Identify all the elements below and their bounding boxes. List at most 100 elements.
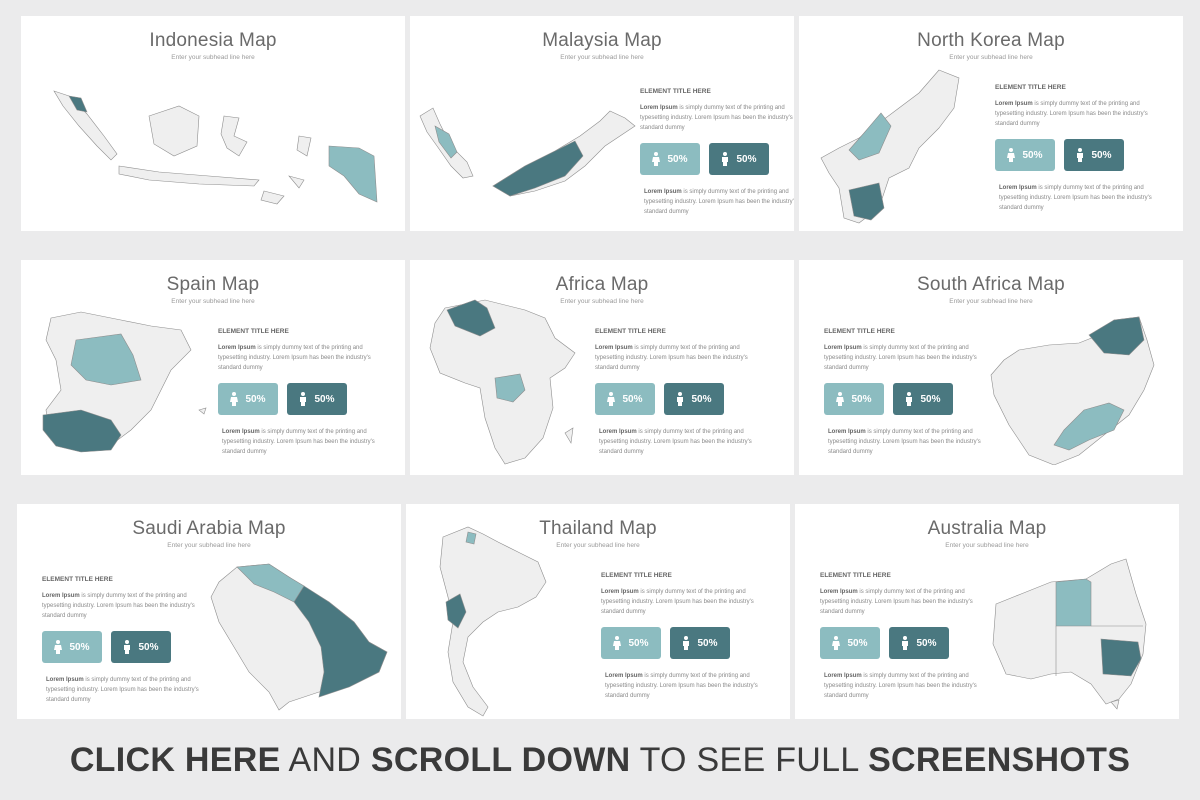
male-stat: 50% bbox=[670, 627, 730, 659]
female-stat: 50% bbox=[820, 627, 880, 659]
lorem-bold: Lorem Ipsum bbox=[601, 589, 639, 595]
male-icon bbox=[677, 392, 684, 406]
banner-screenshots: SCREENSHOTS bbox=[868, 741, 1131, 779]
female-icon bbox=[54, 640, 63, 654]
male-icon bbox=[300, 392, 307, 406]
slide-title: South Africa Map bbox=[917, 274, 1065, 295]
north-korea-map bbox=[820, 69, 960, 224]
lorem-bold: Lorem Ipsum bbox=[995, 101, 1033, 107]
male-stat-value: 50% bbox=[697, 637, 718, 649]
slide-south-africa: South Africa Map Enter your subhead line… bbox=[799, 260, 1183, 475]
paragraph: Lorem Ipsum is simply dummy text of the … bbox=[820, 587, 980, 617]
element-title: ELEMENT TITLE HERE bbox=[42, 576, 113, 583]
slide-subhead: Enter your subhead line here bbox=[560, 54, 644, 61]
lorem-bold: Lorem Ipsum bbox=[46, 677, 84, 683]
stats-row: 50% 50% bbox=[824, 383, 984, 415]
female-icon bbox=[652, 152, 661, 166]
male-icon bbox=[906, 392, 913, 406]
female-stat: 50% bbox=[824, 383, 884, 415]
male-stat-value: 50% bbox=[920, 393, 941, 405]
female-icon bbox=[613, 636, 622, 650]
slide-title: Australia Map bbox=[927, 518, 1047, 539]
south-africa-map bbox=[990, 316, 1155, 465]
male-icon bbox=[902, 636, 909, 650]
info-panel: ELEMENT TITLE HERE Lorem Ipsum is simply… bbox=[995, 84, 1155, 213]
info-panel: ELEMENT TITLE HERE Lorem Ipsum is simply… bbox=[42, 576, 202, 705]
slide-subhead: Enter your subhead line here bbox=[949, 298, 1033, 305]
paragraph-2: Lorem Ipsum is simply dummy text of the … bbox=[599, 427, 755, 457]
slide-title: North Korea Map bbox=[917, 30, 1065, 51]
paragraph: Lorem Ipsum is simply dummy text of the … bbox=[42, 591, 202, 621]
stats-row: 50% 50% bbox=[820, 627, 980, 659]
scroll-banner[interactable]: CLICK HERE AND SCROLL DOWN TO SEE FULL S… bbox=[0, 741, 1200, 780]
male-icon bbox=[124, 640, 131, 654]
slide-saudi-arabia: Saudi Arabia Map Enter your subhead line… bbox=[17, 504, 401, 719]
paragraph-2: Lorem Ipsum is simply dummy text of the … bbox=[605, 671, 761, 701]
lorem-bold: Lorem Ipsum bbox=[42, 593, 80, 599]
info-panel: ELEMENT TITLE HERE Lorem Ipsum is simply… bbox=[595, 328, 755, 457]
male-stat-value: 50% bbox=[736, 153, 757, 165]
male-stat-value: 50% bbox=[314, 393, 335, 405]
paragraph-2: Lorem Ipsum is simply dummy text of the … bbox=[824, 671, 980, 701]
thailand-map bbox=[439, 526, 547, 717]
female-stat: 50% bbox=[218, 383, 278, 415]
banner-to-see-full: TO SEE FULL bbox=[630, 741, 869, 779]
stats-row: 50% 50% bbox=[995, 139, 1155, 171]
male-stat-value: 50% bbox=[691, 393, 712, 405]
lorem-bold: Lorem Ipsum bbox=[218, 345, 256, 351]
slide-australia: Australia Map Enter your subhead line he… bbox=[795, 504, 1179, 719]
male-icon bbox=[683, 636, 690, 650]
element-title: ELEMENT TITLE HERE bbox=[218, 328, 289, 335]
female-stat-value: 50% bbox=[847, 637, 868, 649]
slide-title: Indonesia Map bbox=[149, 30, 277, 51]
slide-subhead: Enter your subhead line here bbox=[949, 54, 1033, 61]
male-stat: 50% bbox=[893, 383, 953, 415]
stats-row: 50% 50% bbox=[218, 383, 378, 415]
lorem-bold: Lorem Ipsum bbox=[820, 589, 858, 595]
lorem-bold: Lorem Ipsum bbox=[599, 429, 637, 435]
paragraph-2: Lorem Ipsum is simply dummy text of the … bbox=[46, 675, 202, 705]
indonesia-map bbox=[53, 90, 378, 205]
female-stat: 50% bbox=[640, 143, 700, 175]
stats-row: 50% 50% bbox=[601, 627, 761, 659]
element-title: ELEMENT TITLE HERE bbox=[640, 88, 711, 95]
male-icon bbox=[1077, 148, 1084, 162]
banner-scroll-down: SCROLL DOWN bbox=[370, 741, 631, 779]
male-stat: 50% bbox=[889, 627, 949, 659]
paragraph: Lorem Ipsum is simply dummy text of the … bbox=[218, 343, 378, 373]
female-icon bbox=[230, 392, 239, 406]
paragraph: Lorem Ipsum is simply dummy text of the … bbox=[995, 99, 1155, 129]
male-stat: 50% bbox=[287, 383, 347, 415]
lorem-bold: Lorem Ipsum bbox=[828, 429, 866, 435]
female-stat: 50% bbox=[595, 383, 655, 415]
female-stat-value: 50% bbox=[851, 393, 872, 405]
banner-click-here[interactable]: CLICK HERE bbox=[70, 741, 281, 779]
lorem-bold: Lorem Ipsum bbox=[824, 345, 862, 351]
lorem-bold: Lorem Ipsum bbox=[605, 673, 643, 679]
lorem-bold: Lorem Ipsum bbox=[824, 673, 862, 679]
male-stat: 50% bbox=[111, 631, 171, 663]
info-panel: ELEMENT TITLE HERE Lorem Ipsum is simply… bbox=[640, 88, 794, 217]
info-panel: ELEMENT TITLE HERE Lorem Ipsum is simply… bbox=[824, 328, 984, 457]
paragraph-2: Lorem Ipsum is simply dummy text of the … bbox=[644, 187, 794, 217]
female-stat: 50% bbox=[42, 631, 102, 663]
spain-map bbox=[42, 311, 207, 453]
female-icon bbox=[832, 636, 841, 650]
female-stat: 50% bbox=[601, 627, 661, 659]
paragraph-2: Lorem Ipsum is simply dummy text of the … bbox=[828, 427, 984, 457]
female-stat-value: 50% bbox=[1022, 149, 1043, 161]
slide-title: Saudi Arabia Map bbox=[132, 518, 286, 539]
info-panel: ELEMENT TITLE HERE Lorem Ipsum is simply… bbox=[218, 328, 378, 457]
paragraph: Lorem Ipsum is simply dummy text of the … bbox=[595, 343, 755, 373]
female-stat: 50% bbox=[995, 139, 1055, 171]
female-icon bbox=[836, 392, 845, 406]
slide-north-korea: North Korea Map Enter your subhead line … bbox=[799, 16, 1183, 231]
element-title: ELEMENT TITLE HERE bbox=[824, 328, 895, 335]
lorem-bold: Lorem Ipsum bbox=[640, 105, 678, 111]
paragraph-2: Lorem Ipsum is simply dummy text of the … bbox=[999, 183, 1155, 213]
slide-title: Malaysia Map bbox=[542, 30, 662, 51]
male-stat-value: 50% bbox=[916, 637, 937, 649]
slide-subhead: Enter your subhead line here bbox=[167, 542, 251, 549]
male-icon bbox=[722, 152, 729, 166]
slide-thailand: Thailand Map Enter your subhead line her… bbox=[406, 504, 790, 719]
